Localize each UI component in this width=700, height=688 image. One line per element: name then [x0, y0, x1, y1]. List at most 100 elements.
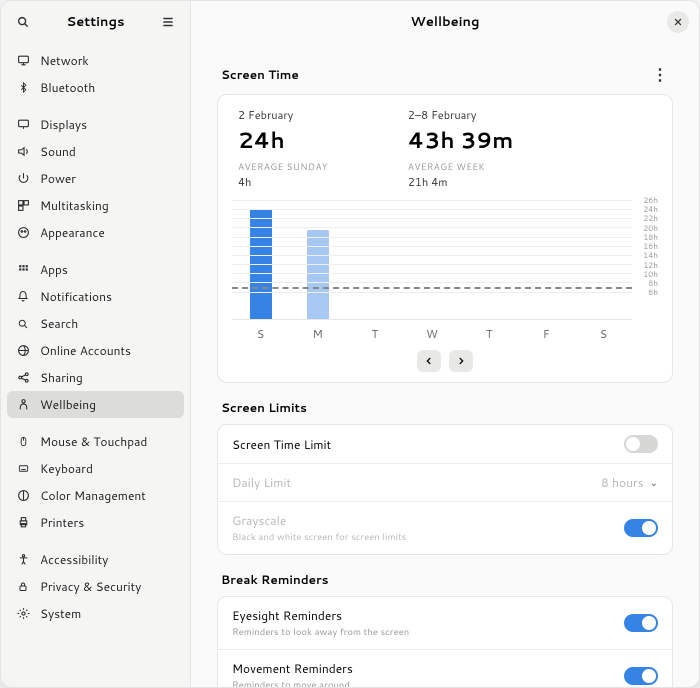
chart-nav	[232, 350, 658, 372]
sidebar-item-label: Displays	[40, 116, 87, 133]
sidebar-item-label: Bluetooth	[40, 79, 95, 96]
sidebar-item-power[interactable]: Power	[7, 165, 184, 192]
sound-icon	[15, 145, 31, 158]
appearance-icon	[15, 226, 31, 239]
content: Screen Time ⋮ 2 February 24h AVERAGE SUN…	[191, 43, 699, 687]
online-accounts-icon	[15, 344, 31, 357]
chevron-down-icon: ⌄	[650, 476, 658, 490]
chart-x-axis: SMTWTFS	[232, 326, 658, 342]
stat-day-date: 2 February	[238, 107, 328, 123]
printers-icon	[15, 516, 31, 529]
sidebar-item-label: Keyboard	[40, 460, 93, 477]
chart: 6h8h10h12h14h16h18h20h22h24h26h	[232, 200, 658, 320]
multitasking-icon	[15, 199, 31, 212]
stat-week-small: 21h 4m	[408, 174, 513, 190]
x-tick: W	[403, 326, 460, 342]
sidebar-item-keyboard[interactable]: Keyboard	[7, 455, 184, 482]
sidebar-item-printers[interactable]: Printers	[7, 509, 184, 536]
power-icon	[15, 172, 31, 185]
main: Wellbeing Screen Time ⋮ 2 February 24h A…	[191, 1, 699, 687]
section-screen-limits: Screen Limits	[221, 399, 669, 416]
sidebar-item-displays[interactable]: Displays	[7, 111, 184, 138]
x-tick: S	[575, 326, 632, 342]
sidebar-item-privacy-security[interactable]: Privacy & Security	[7, 573, 184, 600]
notifications-icon	[15, 290, 31, 303]
sidebar-item-online-accounts[interactable]: Online Accounts	[7, 337, 184, 364]
row-daily-limit[interactable]: Daily Limit 8 hours⌄	[218, 463, 672, 501]
sidebar-item-label: Apps	[40, 261, 68, 278]
sidebar-item-label: Multitasking	[40, 197, 109, 214]
sidebar-item-label: Online Accounts	[40, 342, 131, 359]
stat-week-sub: AVERAGE WEEK	[408, 160, 513, 173]
sidebar-item-system[interactable]: System	[7, 600, 184, 627]
sidebar-item-label: Privacy & Security	[40, 578, 141, 595]
search-icon[interactable]	[11, 10, 35, 34]
sidebar-title: Settings	[35, 13, 156, 31]
sidebar-item-mouse-touchpad[interactable]: Mouse & Touchpad	[7, 428, 184, 455]
chart-y-labels: 6h8h10h12h14h16h18h20h22h24h26h	[632, 200, 658, 320]
settings-window: Settings Network Bluetooth Displays Sound Po…	[0, 0, 700, 688]
stat-week: 2–8 February 43h 39m AVERAGE WEEK 21h 4m	[408, 107, 513, 190]
sidebar-item-label: Appearance	[40, 224, 105, 241]
break-reminders-card: Eyesight Reminders Reminders to look awa…	[217, 596, 673, 687]
x-tick: M	[289, 326, 346, 342]
screen-time-card: 2 February 24h AVERAGE SUNDAY 4h 2–8 Feb…	[217, 94, 673, 383]
stats: 2 February 24h AVERAGE SUNDAY 4h 2–8 Feb…	[238, 107, 658, 190]
grayscale-label: Grayscale	[232, 512, 624, 529]
sidebar-item-label: System	[40, 605, 81, 622]
sidebar-item-label: Notifications	[40, 288, 112, 305]
movement-switch[interactable]	[624, 667, 658, 685]
wellbeing-icon	[15, 398, 31, 411]
sidebar-item-color-management[interactable]: Color Management	[7, 482, 184, 509]
screen-time-limit-switch[interactable]	[624, 435, 658, 453]
network-icon	[15, 54, 31, 67]
stat-day-sub: AVERAGE SUNDAY	[238, 160, 328, 173]
bluetooth-icon	[15, 81, 31, 94]
sidebar-item-label: Printers	[40, 514, 84, 531]
y-tick: 26h	[643, 194, 658, 206]
grayscale-switch[interactable]	[624, 519, 658, 537]
sidebar-item-label: Wellbeing	[40, 396, 96, 413]
mouse-touchpad-icon	[15, 435, 31, 448]
privacy-security-icon	[15, 580, 31, 593]
section-screen-time: Screen Time ⋮	[221, 63, 669, 86]
screen-limits-label: Screen Limits	[221, 399, 307, 416]
sidebar-item-notifications[interactable]: Notifications	[7, 283, 184, 310]
chart-plot	[232, 200, 632, 320]
stat-week-date: 2–8 February	[408, 107, 513, 123]
sidebar-item-apps[interactable]: Apps	[7, 256, 184, 283]
search-icon	[15, 318, 31, 330]
color-management-icon	[15, 489, 31, 502]
sidebar-item-multitasking[interactable]: Multitasking	[7, 192, 184, 219]
page-title: Wellbeing	[411, 13, 480, 31]
prev-week-button[interactable]	[417, 350, 441, 372]
sidebar-item-wellbeing[interactable]: Wellbeing	[7, 391, 184, 418]
screen-limits-card: Screen Time Limit Daily Limit 8 hours⌄ G…	[217, 424, 673, 555]
more-icon[interactable]: ⋮	[651, 63, 669, 86]
daily-limit-value: 8 hours	[601, 474, 644, 491]
movement-sub: Reminders to move around	[232, 679, 624, 687]
row-movement: Movement Reminders Reminders to move aro…	[218, 649, 672, 687]
break-reminders-label: Break Reminders	[221, 571, 329, 588]
sidebar-item-search[interactable]: Search	[7, 310, 184, 337]
sidebar: Settings Network Bluetooth Displays Sound Po…	[1, 1, 191, 687]
menu-icon[interactable]	[156, 10, 180, 34]
x-tick: T	[346, 326, 403, 342]
sidebar-item-label: Search	[40, 315, 78, 332]
row-eyesight: Eyesight Reminders Reminders to look awa…	[218, 597, 672, 649]
eyesight-switch[interactable]	[624, 614, 658, 632]
sidebar-item-sound[interactable]: Sound	[7, 138, 184, 165]
sidebar-item-sharing[interactable]: Sharing	[7, 364, 184, 391]
grayscale-sub: Black and white screen for screen limits	[232, 531, 624, 544]
sidebar-item-label: Network	[40, 52, 89, 69]
row-grayscale: Grayscale Black and white screen for scr…	[218, 501, 672, 554]
displays-icon	[15, 118, 31, 131]
close-button[interactable]	[667, 11, 689, 33]
sidebar-item-label: Color Management	[40, 487, 146, 504]
sidebar-item-appearance[interactable]: Appearance	[7, 219, 184, 246]
next-week-button[interactable]	[449, 350, 473, 372]
sidebar-item-bluetooth[interactable]: Bluetooth	[7, 74, 184, 101]
sidebar-item-label: Power	[40, 170, 76, 187]
sidebar-item-accessibility[interactable]: Accessibility	[7, 546, 184, 573]
sidebar-item-network[interactable]: Network	[7, 47, 184, 74]
